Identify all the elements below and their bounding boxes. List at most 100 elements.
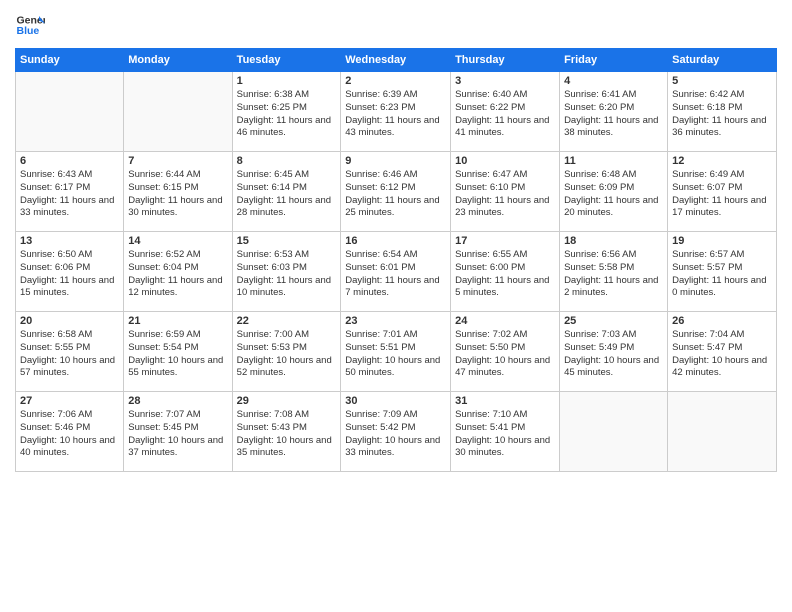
day-number: 28 bbox=[128, 395, 227, 407]
calendar-cell bbox=[124, 72, 232, 152]
day-info: Sunrise: 7:06 AMSunset: 5:46 PMDaylight:… bbox=[20, 409, 119, 460]
page-container: General Blue SundayMondayTuesdayWednesda… bbox=[0, 0, 792, 612]
calendar-cell: 3 Sunrise: 6:40 AMSunset: 6:22 PMDaylight… bbox=[451, 72, 560, 152]
day-number: 29 bbox=[237, 395, 337, 407]
day-info: Sunrise: 7:01 AMSunset: 5:51 PMDaylight:… bbox=[345, 329, 446, 380]
day-info: Sunrise: 7:04 AMSunset: 5:47 PMDaylight:… bbox=[672, 329, 772, 380]
day-info: Sunrise: 6:53 AMSunset: 6:03 PMDaylight:… bbox=[237, 249, 337, 300]
calendar-header-sunday: Sunday bbox=[16, 49, 124, 72]
day-number: 8 bbox=[237, 155, 337, 167]
calendar-cell: 2Sunrise: 6:39 AMSunset: 6:23 PMDaylight… bbox=[341, 72, 451, 152]
calendar-cell bbox=[560, 392, 668, 472]
calendar-cell: 25 Sunrise: 7:03 AMSunset: 5:49 PMDayligh… bbox=[560, 312, 668, 392]
day-info: Sunrise: 6:59 AMSunset: 5:54 PMDaylight:… bbox=[128, 329, 227, 380]
day-info: Sunrise: 6:52 AMSunset: 6:04 PMDaylight:… bbox=[128, 249, 227, 300]
day-info: Sunrise: 6:50 AMSunset: 6:06 PMDaylight:… bbox=[20, 249, 119, 300]
calendar-cell: 14Sunrise: 6:52 AMSunset: 6:04 PMDayligh… bbox=[124, 232, 232, 312]
calendar-cell: 13 Sunrise: 6:50 AMSunset: 6:06 PMDayligh… bbox=[16, 232, 124, 312]
day-number: 18 bbox=[564, 235, 663, 247]
day-number: 1 bbox=[237, 75, 337, 87]
calendar-cell: 21Sunrise: 6:59 AMSunset: 5:54 PMDayligh… bbox=[124, 312, 232, 392]
day-number: 25 bbox=[564, 315, 663, 327]
day-info: Sunrise: 6:55 AMSunset: 6:00 PMDaylight:… bbox=[455, 249, 555, 300]
calendar-cell: 29 Sunrise: 7:08 AMSunset: 5:43 PMDayligh… bbox=[232, 392, 341, 472]
day-number: 11 bbox=[564, 155, 663, 167]
day-info: Sunrise: 7:00 AMSunset: 5:53 PMDaylight:… bbox=[237, 329, 337, 380]
calendar-header-wednesday: Wednesday bbox=[341, 49, 451, 72]
calendar-cell: 28Sunrise: 7:07 AMSunset: 5:45 PMDayligh… bbox=[124, 392, 232, 472]
calendar-cell: 23Sunrise: 7:01 AMSunset: 5:51 PMDayligh… bbox=[341, 312, 451, 392]
calendar-cell: 8 Sunrise: 6:45 AMSunset: 6:14 PMDaylight… bbox=[232, 152, 341, 232]
calendar-header-monday: Monday bbox=[124, 49, 232, 72]
calendar-cell: 24 Sunrise: 7:02 AMSunset: 5:50 PMDayligh… bbox=[451, 312, 560, 392]
day-info: Sunrise: 6:57 AMSunset: 5:57 PMDaylight:… bbox=[672, 249, 772, 300]
calendar-header-saturday: Saturday bbox=[668, 49, 777, 72]
day-info: Sunrise: 7:10 AMSunset: 5:41 PMDaylight:… bbox=[455, 409, 555, 460]
calendar-cell: 11 Sunrise: 6:48 AMSunset: 6:09 PMDayligh… bbox=[560, 152, 668, 232]
calendar-week-1: 1 Sunrise: 6:38 AMSunset: 6:25 PMDaylight… bbox=[16, 72, 777, 152]
day-number: 30 bbox=[345, 395, 446, 407]
day-info: Sunrise: 6:58 AMSunset: 5:55 PMDaylight:… bbox=[20, 329, 119, 380]
day-number: 9 bbox=[345, 155, 446, 167]
day-info: Sunrise: 6:49 AMSunset: 6:07 PMDaylight:… bbox=[672, 169, 772, 220]
calendar-cell: 5Sunrise: 6:42 AMSunset: 6:18 PMDaylight… bbox=[668, 72, 777, 152]
day-number: 6 bbox=[20, 155, 119, 167]
calendar-cell: 26 Sunrise: 7:04 AMSunset: 5:47 PMDayligh… bbox=[668, 312, 777, 392]
day-number: 13 bbox=[20, 235, 119, 247]
day-number: 4 bbox=[564, 75, 663, 87]
day-number: 22 bbox=[237, 315, 337, 327]
calendar-cell: 19 Sunrise: 6:57 AMSunset: 5:57 PMDayligh… bbox=[668, 232, 777, 312]
calendar-cell bbox=[668, 392, 777, 472]
calendar-header-friday: Friday bbox=[560, 49, 668, 72]
day-number: 27 bbox=[20, 395, 119, 407]
calendar-table: SundayMondayTuesdayWednesdayThursdayFrid… bbox=[15, 48, 777, 472]
day-info: Sunrise: 6:46 AMSunset: 6:12 PMDaylight:… bbox=[345, 169, 446, 220]
calendar-week-4: 20 Sunrise: 6:58 AMSunset: 5:55 PMDayligh… bbox=[16, 312, 777, 392]
day-info: Sunrise: 6:54 AMSunset: 6:01 PMDaylight:… bbox=[345, 249, 446, 300]
day-info: Sunrise: 6:39 AMSunset: 6:23 PMDaylight:… bbox=[345, 89, 446, 140]
calendar-cell: 15 Sunrise: 6:53 AMSunset: 6:03 PMDayligh… bbox=[232, 232, 341, 312]
calendar-week-5: 27 Sunrise: 7:06 AMSunset: 5:46 PMDayligh… bbox=[16, 392, 777, 472]
day-info: Sunrise: 6:48 AMSunset: 6:09 PMDaylight:… bbox=[564, 169, 663, 220]
day-info: Sunrise: 7:09 AMSunset: 5:42 PMDaylight:… bbox=[345, 409, 446, 460]
calendar-header-row: SundayMondayTuesdayWednesdayThursdayFrid… bbox=[16, 49, 777, 72]
calendar-cell: 7Sunrise: 6:44 AMSunset: 6:15 PMDaylight… bbox=[124, 152, 232, 232]
day-number: 20 bbox=[20, 315, 119, 327]
calendar-cell: 20 Sunrise: 6:58 AMSunset: 5:55 PMDayligh… bbox=[16, 312, 124, 392]
day-info: Sunrise: 7:08 AMSunset: 5:43 PMDaylight:… bbox=[237, 409, 337, 460]
day-number: 3 bbox=[455, 75, 555, 87]
day-info: Sunrise: 6:56 AMSunset: 5:58 PMDaylight:… bbox=[564, 249, 663, 300]
calendar-cell: 31 Sunrise: 7:10 AMSunset: 5:41 PMDayligh… bbox=[451, 392, 560, 472]
day-info: Sunrise: 7:02 AMSunset: 5:50 PMDaylight:… bbox=[455, 329, 555, 380]
header: General Blue bbox=[15, 10, 777, 40]
day-info: Sunrise: 6:44 AMSunset: 6:15 PMDaylight:… bbox=[128, 169, 227, 220]
day-info: Sunrise: 6:40 AMSunset: 6:22 PMDaylight:… bbox=[455, 89, 555, 140]
calendar-cell: 16Sunrise: 6:54 AMSunset: 6:01 PMDayligh… bbox=[341, 232, 451, 312]
day-info: Sunrise: 6:45 AMSunset: 6:14 PMDaylight:… bbox=[237, 169, 337, 220]
day-info: Sunrise: 7:03 AMSunset: 5:49 PMDaylight:… bbox=[564, 329, 663, 380]
calendar-cell: 18 Sunrise: 6:56 AMSunset: 5:58 PMDayligh… bbox=[560, 232, 668, 312]
day-info: Sunrise: 6:41 AMSunset: 6:20 PMDaylight:… bbox=[564, 89, 663, 140]
day-number: 26 bbox=[672, 315, 772, 327]
day-number: 15 bbox=[237, 235, 337, 247]
day-number: 31 bbox=[455, 395, 555, 407]
calendar-week-2: 6Sunrise: 6:43 AMSunset: 6:17 PMDaylight… bbox=[16, 152, 777, 232]
calendar-cell: 1 Sunrise: 6:38 AMSunset: 6:25 PMDaylight… bbox=[232, 72, 341, 152]
svg-text:Blue: Blue bbox=[17, 25, 40, 37]
calendar-cell: 17 Sunrise: 6:55 AMSunset: 6:00 PMDayligh… bbox=[451, 232, 560, 312]
calendar-cell: 10Sunrise: 6:47 AMSunset: 6:10 PMDayligh… bbox=[451, 152, 560, 232]
calendar-cell: 27 Sunrise: 7:06 AMSunset: 5:46 PMDayligh… bbox=[16, 392, 124, 472]
day-info: Sunrise: 6:38 AMSunset: 6:25 PMDaylight:… bbox=[237, 89, 337, 140]
logo-icon: General Blue bbox=[15, 10, 45, 40]
day-number: 12 bbox=[672, 155, 772, 167]
day-info: Sunrise: 6:42 AMSunset: 6:18 PMDaylight:… bbox=[672, 89, 772, 140]
calendar-header-tuesday: Tuesday bbox=[232, 49, 341, 72]
calendar-cell: 9 Sunrise: 6:46 AMSunset: 6:12 PMDaylight… bbox=[341, 152, 451, 232]
calendar-cell bbox=[16, 72, 124, 152]
day-number: 19 bbox=[672, 235, 772, 247]
calendar-header-thursday: Thursday bbox=[451, 49, 560, 72]
day-number: 17 bbox=[455, 235, 555, 247]
day-number: 24 bbox=[455, 315, 555, 327]
calendar-cell: 6Sunrise: 6:43 AMSunset: 6:17 PMDaylight… bbox=[16, 152, 124, 232]
day-info: Sunrise: 6:47 AMSunset: 6:10 PMDaylight:… bbox=[455, 169, 555, 220]
